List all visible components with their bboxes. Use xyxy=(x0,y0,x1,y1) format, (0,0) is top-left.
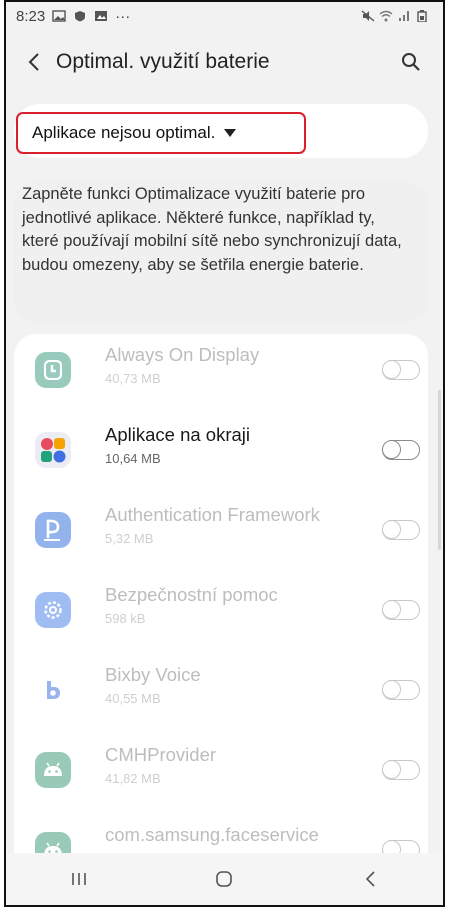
list-item[interactable]: Authentication Framework 5,32 MB xyxy=(14,494,428,574)
home-button[interactable] xyxy=(194,859,254,899)
description-text: Zapněte funkci Optimalizace využití bate… xyxy=(22,185,402,274)
app-size: 40,55 MB xyxy=(105,691,161,706)
navigation-bar xyxy=(6,853,443,905)
page-title: Optimal. využití baterie xyxy=(56,50,270,73)
app-bar: Optimal. využití baterie xyxy=(6,30,443,94)
app-name: Bezpečnostní pomoc xyxy=(105,584,278,605)
app-name: Always On Display xyxy=(105,344,260,365)
edge-apps-icon xyxy=(35,432,71,468)
shield-icon xyxy=(75,11,86,22)
list-item[interactable]: Aplikace na okraji 10,64 MB xyxy=(14,414,428,494)
status-bar: 8:23 ··· xyxy=(6,2,443,30)
list-item[interactable]: Always On Display 40,73 MB xyxy=(14,334,428,414)
pass-icon xyxy=(35,512,71,548)
scrollbar[interactable] xyxy=(438,390,441,550)
optimization-toggle[interactable] xyxy=(382,680,420,700)
app-name: Aplikace na okraji xyxy=(105,424,250,445)
dropdown-arrow-icon xyxy=(224,129,237,137)
gallery-icon xyxy=(52,10,66,22)
app-name: CMHProvider xyxy=(105,744,217,765)
app-size: 41,82 MB xyxy=(105,771,161,786)
mute-icon xyxy=(361,10,375,22)
app-size: 598 kB xyxy=(105,611,146,626)
battery-icon xyxy=(417,10,427,22)
app-name: Bixby Voice xyxy=(105,664,201,685)
wifi-icon xyxy=(379,10,393,22)
status-more: ··· xyxy=(115,7,131,25)
back-nav-icon xyxy=(366,871,375,887)
recent-apps-button[interactable] xyxy=(49,859,109,899)
android-icon xyxy=(35,752,71,788)
search-button[interactable] xyxy=(391,42,431,82)
signal-icon xyxy=(399,11,409,21)
status-time: 8:23 xyxy=(16,7,46,25)
clock-icon xyxy=(35,352,71,388)
app-filter-dropdown[interactable]: Aplikace nejsou optimal. xyxy=(16,112,306,154)
app-name: Authentication Framework xyxy=(105,504,320,525)
list-item[interactable]: Bixby Voice 40,55 MB xyxy=(14,654,428,734)
optimization-toggle[interactable] xyxy=(382,520,420,540)
app-name: com.samsung.faceservice xyxy=(105,824,319,845)
back-nav-button[interactable] xyxy=(340,859,400,899)
optimization-toggle[interactable] xyxy=(382,360,420,380)
app-size: 40,73 MB xyxy=(105,371,161,386)
image-icon xyxy=(95,11,108,21)
optimization-toggle[interactable] xyxy=(382,760,420,780)
home-icon xyxy=(216,871,233,887)
chevron-left-icon xyxy=(28,53,39,71)
back-button[interactable] xyxy=(16,42,52,82)
app-size: 5,32 MB xyxy=(105,531,154,546)
filter-label: Aplikace nejsou optimal. xyxy=(32,123,216,142)
recent-apps-icon xyxy=(72,873,86,885)
optimization-toggle[interactable] xyxy=(382,440,420,460)
list-item[interactable]: CMHProvider 41,82 MB xyxy=(14,734,428,814)
bixby-icon xyxy=(35,672,71,708)
optimization-toggle[interactable] xyxy=(382,600,420,620)
gear-icon xyxy=(35,592,71,628)
list-item[interactable]: Bezpečnostní pomoc 598 kB xyxy=(14,574,428,654)
app-size: 10,64 MB xyxy=(105,451,161,466)
search-icon xyxy=(402,53,420,71)
